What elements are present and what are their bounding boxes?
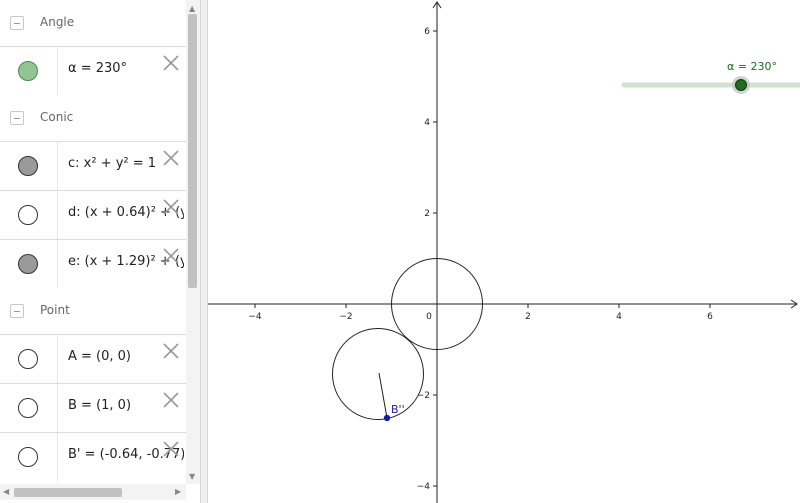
- slider-knob[interactable]: [735, 79, 747, 91]
- horizontal-scroll-thumb[interactable]: [14, 488, 122, 497]
- algebra-item-row[interactable]: B' = (-0.64, -0.77): [0, 432, 186, 481]
- algebra-item-row[interactable]: B = (1, 0): [0, 383, 186, 432]
- vertical-scroll-thumb[interactable]: [188, 14, 197, 288]
- delete-icon[interactable]: [161, 53, 181, 73]
- scroll-down-arrow-icon[interactable]: ▼: [189, 472, 195, 481]
- visibility-toggle[interactable]: [18, 254, 38, 274]
- group-title: Angle: [40, 15, 75, 29]
- delete-icon[interactable]: [161, 390, 181, 410]
- marble-cell: [0, 433, 58, 481]
- visibility-toggle[interactable]: [18, 205, 38, 225]
- visibility-toggle[interactable]: [18, 349, 38, 369]
- delete-icon[interactable]: [161, 439, 181, 459]
- algebra-item-row[interactable]: c: x² + y² = 1: [0, 141, 186, 190]
- collapse-group-icon[interactable]: [10, 111, 24, 125]
- group-title: Point: [40, 303, 70, 317]
- group-header-conic: Conic: [0, 95, 186, 141]
- delete-icon[interactable]: [161, 341, 181, 361]
- x-tick-label: 4: [616, 312, 622, 322]
- point-b-double-prime[interactable]: [383, 414, 391, 422]
- circle-e[interactable]: [332, 328, 424, 420]
- marble-cell: [0, 335, 58, 383]
- algebra-item-row[interactable]: e: (x + 1.29)² + (y: [0, 239, 186, 288]
- visibility-toggle[interactable]: [18, 156, 38, 176]
- group-title: Conic: [40, 110, 74, 124]
- algebra-item-row[interactable]: d: (x + 0.64)² + (y: [0, 190, 186, 239]
- y-tick-label: −2: [417, 391, 430, 401]
- x-tick-label: −2: [339, 312, 352, 322]
- algebra-view: Angle α = 230° Conic c: x² + y² = 1 d: (x + …: [0, 0, 186, 484]
- algebra-item-row[interactable]: A = (0, 0): [0, 334, 186, 383]
- algebra-item-row[interactable]: α = 230°: [0, 46, 186, 95]
- view-divider[interactable]: [200, 0, 208, 503]
- x-tick-label: −4: [248, 312, 262, 322]
- segment[interactable]: [378, 372, 388, 419]
- graphics-view[interactable]: −4 −2 0 2 4 6 6 4 2 −2 −4 B'' α = 230°: [208, 0, 800, 503]
- group-header-point: Point: [0, 288, 186, 334]
- slider-label: α = 230°: [727, 60, 777, 73]
- group-header-angle: Angle: [0, 0, 186, 46]
- marble-cell: [0, 240, 58, 288]
- scroll-left-arrow-icon[interactable]: ◀: [3, 487, 9, 496]
- algebra-vertical-scrollbar[interactable]: ▲ ▼: [186, 0, 200, 484]
- marble-cell: [0, 142, 58, 190]
- visibility-toggle[interactable]: [18, 447, 38, 467]
- point-label: B'': [391, 403, 405, 416]
- marble-cell: [0, 47, 58, 95]
- y-tick-label: 2: [424, 209, 430, 219]
- scroll-up-arrow-icon[interactable]: ▲: [189, 4, 195, 13]
- marble-cell: [0, 384, 58, 432]
- x-tick-label: 2: [525, 312, 531, 322]
- collapse-group-icon[interactable]: [10, 16, 24, 30]
- x-axis-ticks: −4 −2 0 2 4 6: [248, 304, 713, 322]
- scroll-right-arrow-icon[interactable]: ▶: [175, 487, 181, 496]
- x-tick-label: 0: [426, 312, 432, 322]
- marble-cell: [0, 191, 58, 239]
- visibility-toggle[interactable]: [18, 61, 38, 81]
- y-tick-label: −4: [417, 482, 431, 492]
- x-tick-label: 6: [707, 312, 713, 322]
- y-tick-label: 6: [424, 27, 430, 37]
- delete-icon[interactable]: [161, 197, 181, 217]
- delete-icon[interactable]: [161, 148, 181, 168]
- y-tick-label: 4: [424, 118, 430, 128]
- visibility-toggle[interactable]: [18, 398, 38, 418]
- collapse-group-icon[interactable]: [10, 304, 24, 318]
- algebra-horizontal-scrollbar[interactable]: ◀ ▶: [0, 484, 186, 500]
- delete-icon[interactable]: [161, 246, 181, 266]
